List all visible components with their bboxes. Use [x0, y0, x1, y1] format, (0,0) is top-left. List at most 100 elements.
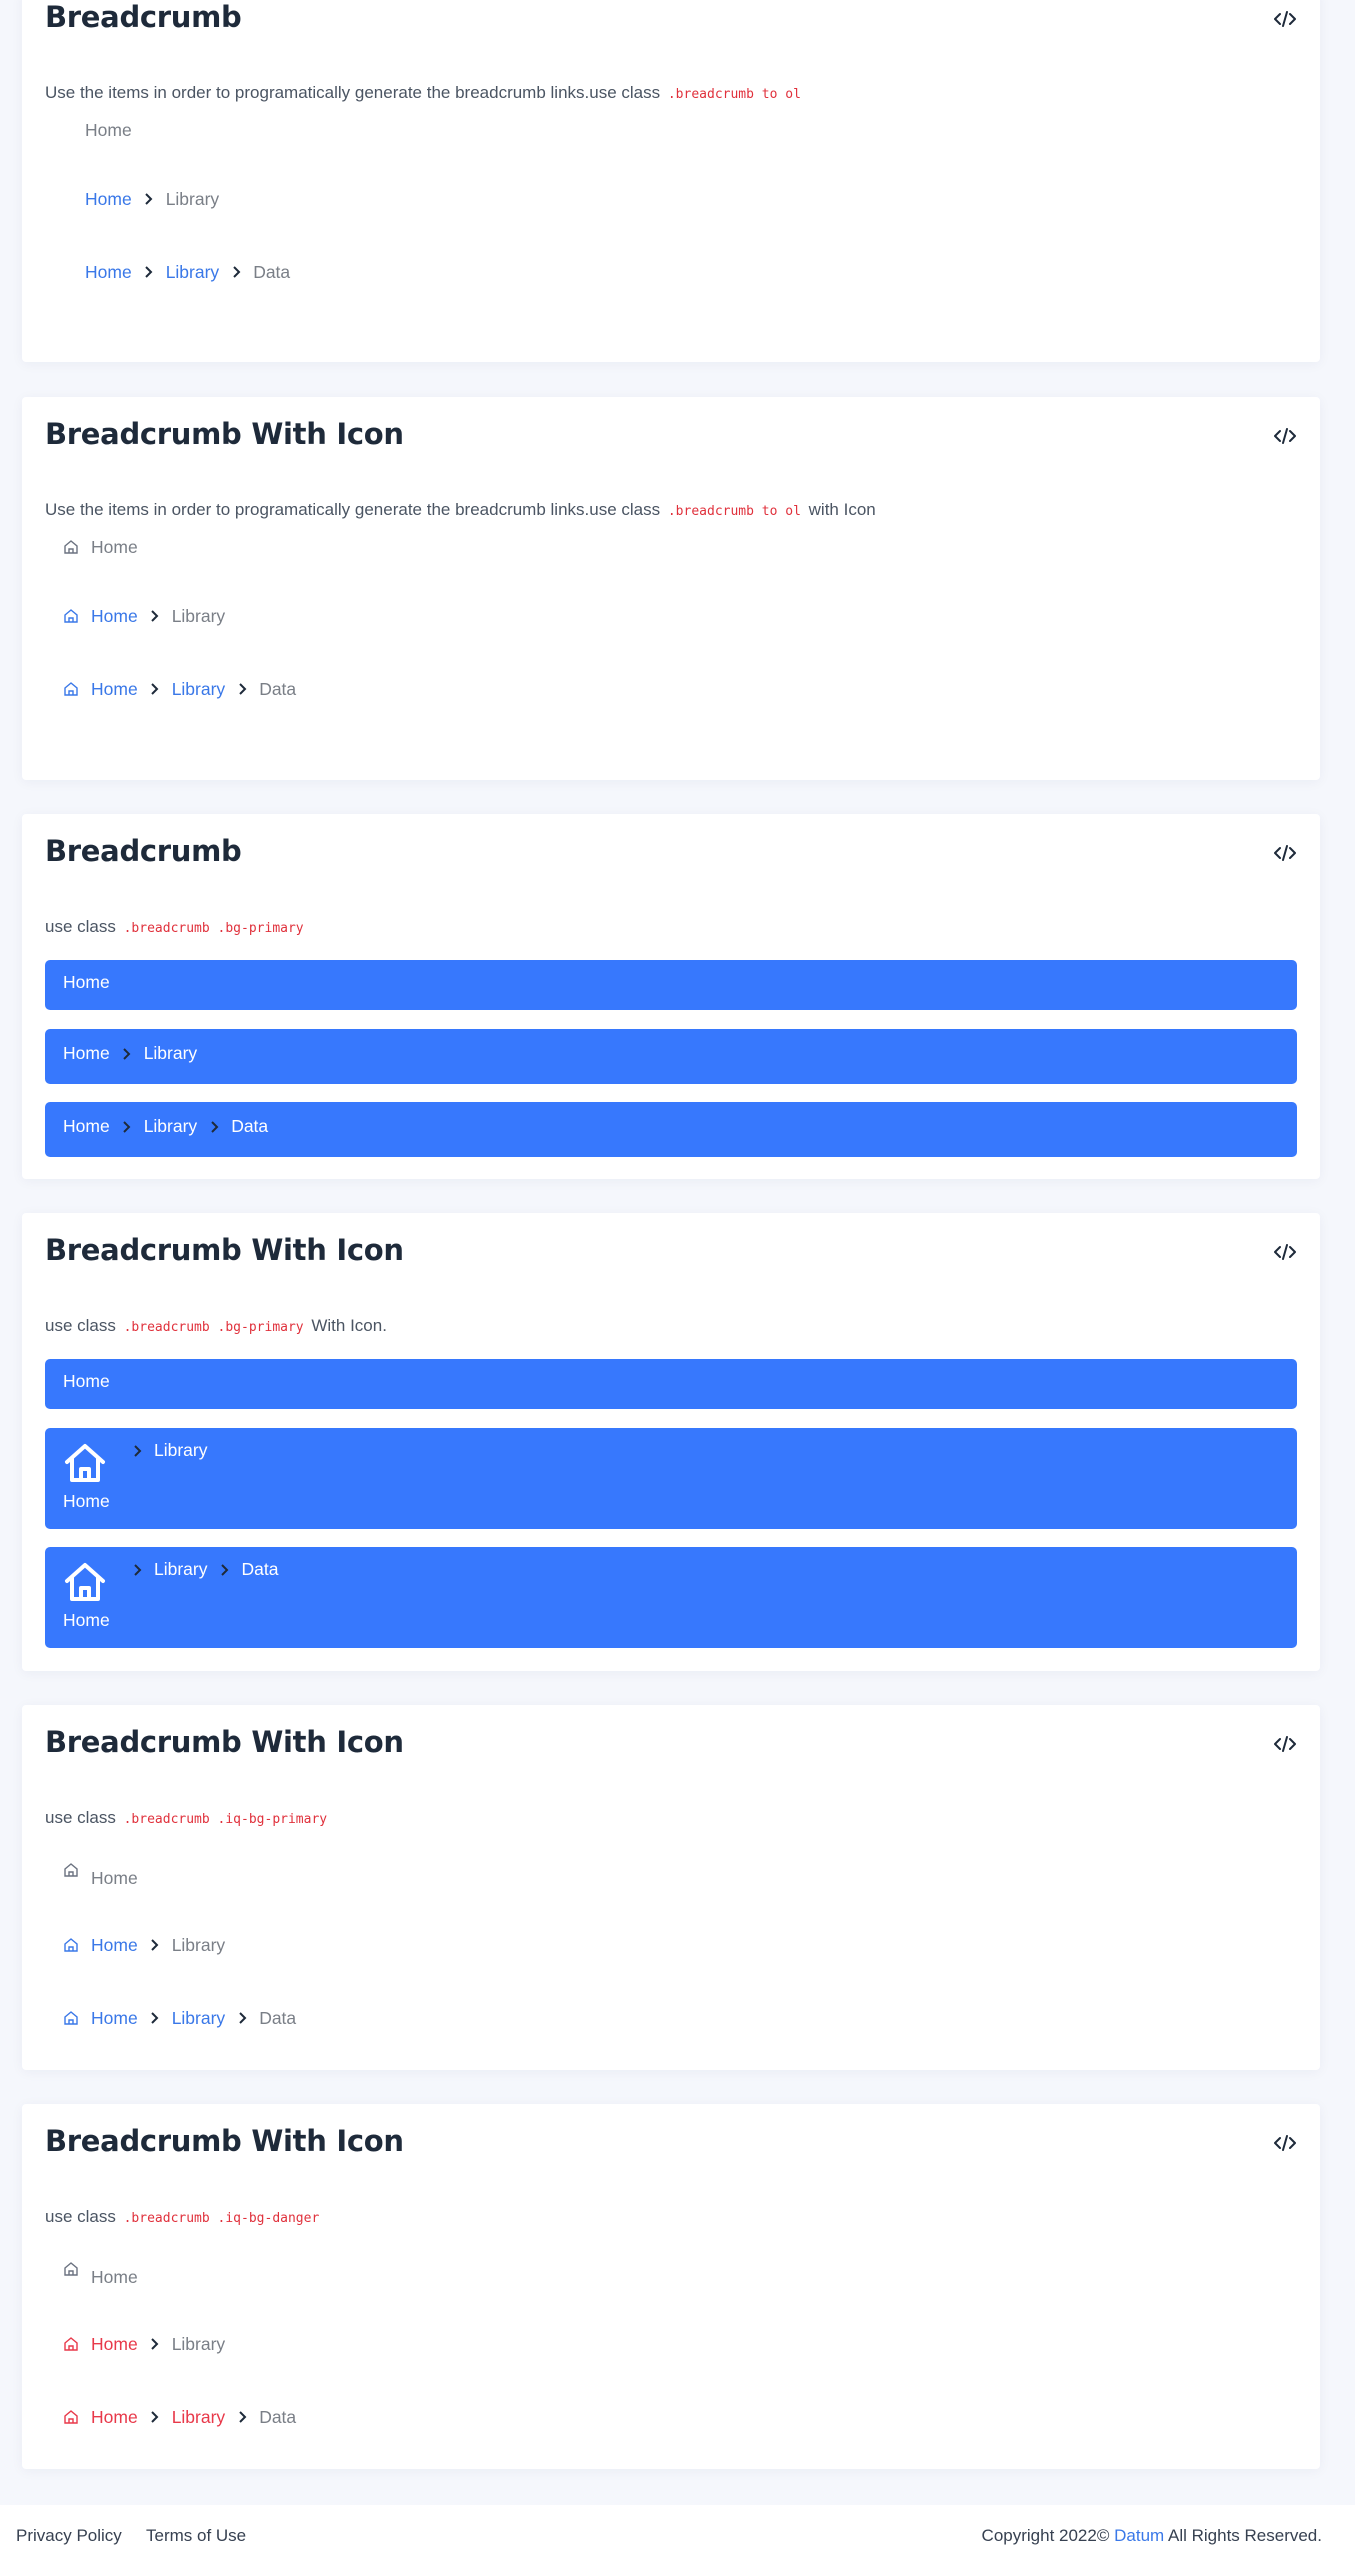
breadcrumb-link-library[interactable]: Library	[154, 1559, 208, 1580]
breadcrumb-link-library[interactable]: Library	[172, 2407, 226, 2428]
breadcrumb-2: Home Library	[85, 185, 219, 213]
home-icon	[63, 1937, 91, 1953]
breadcrumb-current: Data	[259, 678, 297, 699]
code-snippet: .breadcrumb to ol	[667, 504, 801, 519]
page: Breadcrumb Use the items in order to pro…	[0, 0, 1355, 2562]
home-icon	[65, 1563, 105, 1601]
code-toggle-button[interactable]	[1272, 2130, 1298, 2156]
chevron-right-icon	[138, 2012, 172, 2024]
breadcrumb-3: Home Library Data	[63, 2403, 296, 2431]
breadcrumb-link-home[interactable]: Home	[91, 2334, 138, 2355]
card-breadcrumb-basic: Breadcrumb Use the items in order to pro…	[22, 0, 1320, 362]
code-icon	[1274, 1736, 1296, 1752]
description-text: use class	[45, 2207, 116, 2226]
breadcrumb-link-home[interactable]: Home	[91, 2008, 138, 2029]
breadcrumb-current: Library	[171, 2333, 226, 2354]
chevron-right-icon	[138, 1939, 172, 1951]
chevron-right-icon	[225, 2411, 259, 2423]
description-text: Use the items in order to programaticall…	[45, 500, 661, 519]
description-text: Use the items in order to programaticall…	[45, 83, 661, 102]
home-icon	[63, 2261, 91, 2277]
chevron-right-icon	[138, 610, 172, 622]
breadcrumb-3: Home Library Data	[63, 2004, 296, 2032]
chevron-right-icon	[138, 2411, 172, 2423]
card-title: Breadcrumb	[45, 0, 242, 34]
breadcrumb-current: Library	[143, 1043, 198, 1063]
breadcrumb-current: Library	[171, 605, 226, 626]
breadcrumb-1: Home	[63, 116, 132, 144]
terms-of-use-link[interactable]: Terms of Use	[146, 2526, 246, 2546]
card-description: use class .breadcrumb .iq-bg-danger	[45, 2207, 322, 2227]
code-snippet: .breadcrumb .iq-bg-danger	[123, 2211, 320, 2226]
breadcrumb-link-home[interactable]: Home	[63, 1043, 110, 1064]
breadcrumb-link-home[interactable]: Home	[63, 1116, 110, 1137]
home-icon	[63, 2409, 91, 2425]
breadcrumb-link-home[interactable]: Home	[91, 1935, 138, 1956]
chevron-right-icon	[110, 1047, 144, 1060]
code-toggle-button[interactable]	[1272, 840, 1298, 866]
card-description: use class .breadcrumb .bg-primary With I…	[45, 1316, 387, 1336]
chevron-right-icon	[138, 683, 172, 695]
breadcrumb-link-home[interactable]: Home	[63, 1610, 110, 1631]
copyright-prefix: Copyright 2022©	[981, 2526, 1110, 2545]
card-breadcrumb-iq-primary: Breadcrumb With Icon use class .breadcru…	[22, 1705, 1320, 2070]
card-title: Breadcrumb With Icon	[45, 2124, 404, 2158]
home-icon	[63, 1862, 91, 1878]
code-toggle-button[interactable]	[1272, 1239, 1298, 1265]
copyright-suffix: All Rights Reserved.	[1167, 2526, 1322, 2545]
card-breadcrumb-iq-danger: Breadcrumb With Icon use class .breadcru…	[22, 2104, 1320, 2469]
chevron-right-icon	[197, 1120, 231, 1133]
code-icon	[1274, 428, 1296, 444]
brand-link[interactable]: Datum	[1114, 2526, 1164, 2545]
chevron-right-icon	[120, 1563, 154, 1576]
breadcrumb-link-home[interactable]: Home	[91, 2407, 138, 2428]
breadcrumb-current: Data	[231, 1116, 269, 1136]
home-icon	[63, 2336, 91, 2352]
chevron-right-icon	[225, 2012, 259, 2024]
breadcrumb-current: Home	[63, 1371, 110, 1391]
breadcrumb-bar-1: Home	[45, 1359, 1297, 1409]
card-description: Use the items in order to programaticall…	[45, 500, 876, 520]
breadcrumb-current: Home	[91, 1867, 138, 1888]
privacy-policy-link[interactable]: Privacy Policy	[16, 2526, 122, 2546]
description-text: use class	[45, 1316, 116, 1335]
code-snippet: .breadcrumb .iq-bg-primary	[123, 1812, 328, 1827]
breadcrumb-link-home[interactable]: Home	[85, 189, 132, 210]
code-toggle-button[interactable]	[1272, 6, 1298, 32]
breadcrumb-link-library[interactable]: Library	[144, 1116, 198, 1137]
card-breadcrumb-primary: Breadcrumb use class .breadcrumb .bg-pri…	[22, 814, 1320, 1179]
code-icon	[1274, 1244, 1296, 1260]
copyright: Copyright 2022© Datum All Rights Reserve…	[982, 2526, 1322, 2546]
card-description: use class .breadcrumb .iq-bg-primary	[45, 1808, 330, 1828]
card-description: use class .breadcrumb .bg-primary	[45, 917, 307, 937]
code-icon	[1274, 845, 1296, 861]
description-text: use class	[45, 1808, 116, 1827]
breadcrumb-home-block[interactable]: Home	[63, 1561, 110, 1631]
code-toggle-button[interactable]	[1272, 423, 1298, 449]
breadcrumb-1: Home	[63, 2259, 138, 2287]
breadcrumb-link-library[interactable]: Library	[172, 679, 226, 700]
breadcrumb-link-library[interactable]: Library	[172, 2008, 226, 2029]
breadcrumb-current: Library	[171, 1934, 226, 1955]
description-text: use class	[45, 917, 116, 936]
breadcrumb-current: Home	[91, 2266, 138, 2287]
home-icon	[63, 2010, 91, 2026]
chevron-right-icon	[132, 266, 166, 278]
breadcrumb-link-home[interactable]: Home	[63, 1491, 110, 1512]
breadcrumb-2: Home Library	[63, 2330, 225, 2358]
breadcrumb-home-block[interactable]: Home	[63, 1442, 110, 1512]
breadcrumb-current: Home	[85, 119, 132, 140]
breadcrumb-1: Home	[63, 1860, 138, 1888]
breadcrumb-link-library[interactable]: Library	[166, 262, 220, 283]
breadcrumb-link-home[interactable]: Home	[91, 679, 138, 700]
breadcrumb-bar-1: Home	[45, 960, 1297, 1010]
breadcrumb-current: Data	[259, 2406, 297, 2427]
breadcrumb-link-home[interactable]: Home	[85, 262, 132, 283]
description-suffix: with Icon	[808, 500, 876, 519]
breadcrumb-current: Data	[253, 261, 291, 282]
code-toggle-button[interactable]	[1272, 1731, 1298, 1757]
card-breadcrumb-primary-icon: Breadcrumb With Icon use class .breadcru…	[22, 1213, 1320, 1671]
breadcrumb-bar-3: Home Library Data	[45, 1102, 1297, 1157]
code-snippet: .breadcrumb .bg-primary	[123, 1320, 304, 1335]
breadcrumb-link-home[interactable]: Home	[91, 606, 138, 627]
